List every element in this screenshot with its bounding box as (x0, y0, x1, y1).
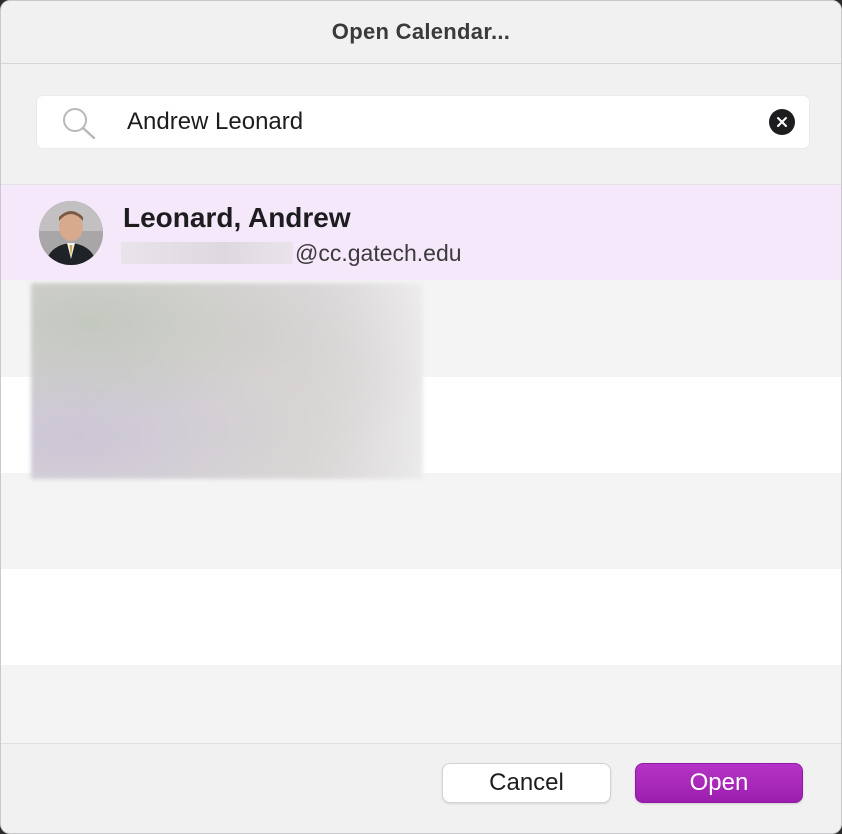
open-button[interactable]: Open (635, 763, 803, 803)
clear-icon[interactable] (769, 109, 795, 135)
redacted-email-local-part (121, 242, 293, 264)
search-icon (61, 106, 101, 140)
redacted-region (31, 283, 423, 479)
search-area (1, 64, 841, 185)
open-calendar-dialog: Open Calendar... Andrew Leonard Leonard,… (0, 0, 842, 834)
dialog-footer: Cancel Open (1, 743, 841, 833)
empty-row (1, 473, 841, 569)
empty-row (1, 569, 841, 665)
search-box[interactable] (37, 96, 809, 148)
avatar (39, 201, 103, 265)
results-list: Leonard, Andrew @cc.gatech.edu (1, 185, 841, 743)
contact-email: @cc.gatech.edu (121, 240, 462, 266)
title-bar: Open Calendar... (1, 1, 841, 64)
email-domain: @cc.gatech.edu (295, 239, 462, 266)
search-input[interactable] (127, 96, 747, 148)
list-item[interactable]: Leonard, Andrew @cc.gatech.edu (1, 185, 841, 280)
empty-row (1, 665, 841, 743)
contact-name: Leonard, Andrew (123, 202, 351, 233)
cancel-button[interactable]: Cancel (442, 763, 611, 803)
dialog-title: Open Calendar... (331, 19, 511, 44)
